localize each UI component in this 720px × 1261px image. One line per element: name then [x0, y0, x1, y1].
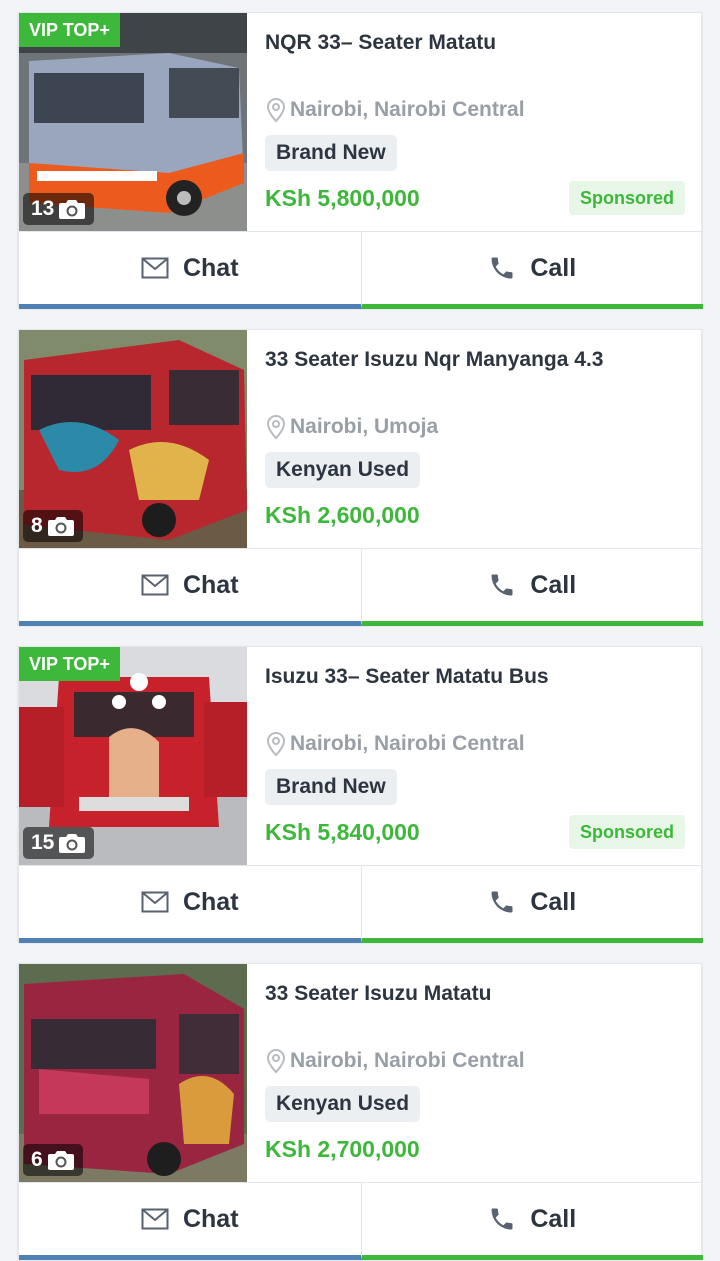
listing-actions: Chat Call: [19, 1182, 703, 1260]
listing-location: Nairobi, Nairobi Central: [265, 731, 525, 757]
call-button[interactable]: Call: [361, 1183, 703, 1260]
phone-icon: [491, 574, 513, 596]
condition-tag: Brand New: [265, 135, 397, 171]
listing-price: KSh 5,800,000: [265, 185, 420, 211]
camera-icon: [47, 517, 74, 536]
listing-actions: Chat Call: [19, 865, 703, 943]
location-pin-icon: [266, 97, 286, 123]
condition-tag: Kenyan Used: [265, 452, 421, 488]
listing-card[interactable]: 6 33 Seater Isuzu Matatu Nairobi, Nairob…: [18, 963, 703, 1260]
listing-card[interactable]: VIP TOP+ 15 Isuzu 33– Seater Matatu Bus …: [18, 646, 703, 943]
listing-card[interactable]: VIP TOP+ 13 NQR 33– Seater Matatu Nairob…: [18, 12, 703, 309]
listing-thumbnail[interactable]: 6: [19, 964, 247, 1182]
location-pin-icon: [266, 1048, 286, 1074]
listing-info: 33 Seater Isuzu Nqr Manyanga 4.3 Nairobi…: [265, 330, 685, 548]
call-label: Call: [530, 887, 577, 916]
location-text: Nairobi, Umoja: [290, 415, 439, 438]
photo-count-badge: 15: [23, 827, 95, 859]
listing-card[interactable]: 8 33 Seater Isuzu Nqr Manyanga 4.3 Nairo…: [18, 329, 703, 626]
vip-top-badge: VIP TOP+: [19, 13, 120, 47]
call-label: Call: [530, 253, 577, 282]
photo-count-badge: 6: [23, 1144, 83, 1176]
listing-location: Nairobi, Umoja: [265, 414, 438, 440]
phone-icon: [491, 891, 513, 913]
call-button[interactable]: Call: [361, 232, 703, 309]
chat-button[interactable]: Chat: [19, 549, 362, 626]
camera-icon: [47, 1151, 74, 1170]
location-pin-icon: [266, 414, 286, 440]
photo-count: 6: [31, 1148, 43, 1171]
listing-info: 33 Seater Isuzu Matatu Nairobi, Nairobi …: [265, 964, 685, 1182]
envelope-icon: [141, 1208, 169, 1230]
photo-count: 8: [31, 514, 43, 537]
listing-title[interactable]: NQR 33– Seater Matatu: [265, 31, 496, 55]
chat-label: Chat: [182, 1204, 239, 1233]
chat-label: Chat: [182, 570, 239, 599]
photo-count: 13: [31, 197, 55, 220]
photo-count-badge: 8: [23, 510, 83, 542]
listing-price: KSh 2,700,000: [265, 1136, 420, 1162]
envelope-icon: [141, 891, 169, 913]
listing-thumbnail[interactable]: VIP TOP+ 15: [19, 647, 247, 865]
location-text: Nairobi, Nairobi Central: [290, 98, 525, 121]
listing-actions: Chat Call: [19, 548, 703, 626]
chat-label: Chat: [182, 253, 239, 282]
camera-icon: [59, 834, 86, 853]
call-label: Call: [530, 1204, 577, 1233]
listing-thumbnail[interactable]: VIP TOP+ 13: [19, 13, 247, 231]
listing-info: Isuzu 33– Seater Matatu Bus Nairobi, Nai…: [265, 647, 685, 865]
call-label: Call: [530, 570, 577, 599]
phone-icon: [491, 257, 513, 279]
envelope-icon: [141, 257, 169, 279]
listing-location: Nairobi, Nairobi Central: [265, 97, 525, 123]
envelope-icon: [141, 574, 169, 596]
location-text: Nairobi, Nairobi Central: [290, 732, 525, 755]
location-text: Nairobi, Nairobi Central: [290, 1049, 525, 1072]
chat-button[interactable]: Chat: [19, 1183, 362, 1260]
phone-icon: [491, 1208, 513, 1230]
listing-list: VIP TOP+ 13 NQR 33– Seater Matatu Nairob…: [0, 0, 720, 1261]
condition-tag: Brand New: [265, 769, 397, 805]
call-button[interactable]: Call: [361, 549, 703, 626]
chat-button[interactable]: Chat: [19, 232, 362, 309]
chat-button[interactable]: Chat: [19, 866, 362, 943]
listing-title[interactable]: 33 Seater Isuzu Nqr Manyanga 4.3: [265, 348, 603, 372]
listing-actions: Chat Call: [19, 231, 703, 309]
listing-price: KSh 2,600,000: [265, 502, 420, 528]
photo-count: 15: [31, 831, 55, 854]
listing-price: KSh 5,840,000: [265, 819, 420, 845]
condition-tag: Kenyan Used: [265, 1086, 421, 1122]
listing-location: Nairobi, Nairobi Central: [265, 1048, 525, 1074]
listing-thumbnail[interactable]: 8: [19, 330, 247, 548]
listing-info: NQR 33– Seater Matatu Nairobi, Nairobi C…: [265, 13, 685, 231]
location-pin-icon: [266, 731, 286, 757]
photo-count-badge: 13: [23, 193, 95, 225]
sponsored-badge: Sponsored: [568, 815, 685, 849]
camera-icon: [59, 200, 86, 219]
sponsored-badge: Sponsored: [568, 181, 685, 215]
vip-top-badge: VIP TOP+: [19, 647, 120, 681]
listing-title[interactable]: 33 Seater Isuzu Matatu: [265, 982, 491, 1006]
call-button[interactable]: Call: [361, 866, 703, 943]
chat-label: Chat: [182, 887, 239, 916]
listing-title[interactable]: Isuzu 33– Seater Matatu Bus: [265, 665, 549, 689]
